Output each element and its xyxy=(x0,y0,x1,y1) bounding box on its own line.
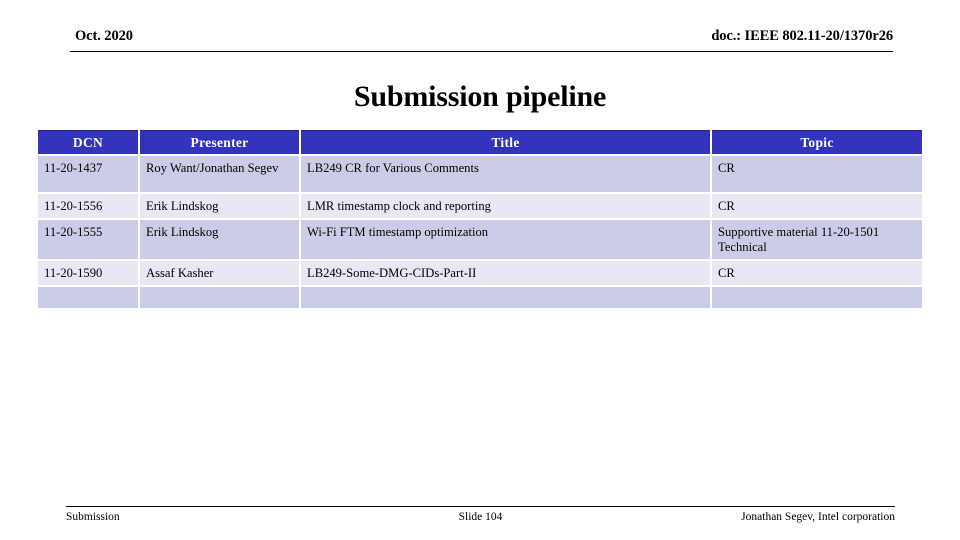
cell-title: LMR timestamp clock and reporting xyxy=(301,194,710,218)
header-date: Oct. 2020 xyxy=(75,28,133,44)
column-header-dcn: DCN xyxy=(38,130,138,154)
cell-title: LB249-Some-DMG-CIDs-Part-II xyxy=(301,261,710,285)
table-row: 11-20-1555 Erik Lindskog Wi-Fi FTM times… xyxy=(38,220,922,259)
column-header-topic: Topic xyxy=(712,130,922,154)
table-header-row: DCN Presenter Title Topic xyxy=(38,130,922,154)
cell-topic xyxy=(712,287,922,308)
table-row xyxy=(38,287,922,308)
table-header: DCN Presenter Title Topic xyxy=(38,130,922,154)
cell-presenter: Assaf Kasher xyxy=(140,261,299,285)
table-row: 11-20-1437 Roy Want/Jonathan Segev LB249… xyxy=(38,156,922,192)
cell-presenter: Erik Lindskog xyxy=(140,220,299,259)
footer-author: Jonathan Segev, Intel corporation xyxy=(741,511,895,523)
submission-pipeline-table: DCN Presenter Title Topic 11-20-1437 Roy… xyxy=(36,128,924,310)
cell-presenter: Erik Lindskog xyxy=(140,194,299,218)
header-doc-id: doc.: IEEE 802.11-20/1370r26 xyxy=(711,28,893,44)
column-header-presenter: Presenter xyxy=(140,130,299,154)
cell-topic: CR xyxy=(712,194,922,218)
header-divider-rule xyxy=(70,51,893,52)
cell-topic: CR xyxy=(712,156,922,192)
cell-dcn: 11-20-1556 xyxy=(38,194,138,218)
cell-dcn: 11-20-1555 xyxy=(38,220,138,259)
table-row: 11-20-1590 Assaf Kasher LB249-Some-DMG-C… xyxy=(38,261,922,285)
slide-canvas: { "header": { "date": "Oct. 2020", "doc_… xyxy=(0,0,960,540)
column-header-title: Title xyxy=(301,130,710,154)
cell-dcn: 11-20-1590 xyxy=(38,261,138,285)
footer-divider-rule xyxy=(66,506,895,507)
cell-presenter xyxy=(140,287,299,308)
cell-topic: CR xyxy=(712,261,922,285)
slide-footer: Submission Slide 104 Jonathan Segev, Int… xyxy=(66,506,895,532)
page-title: Submission pipeline xyxy=(353,80,607,113)
table-body: 11-20-1437 Roy Want/Jonathan Segev LB249… xyxy=(38,156,922,308)
slide-header: Oct. 2020 doc.: IEEE 802.11-20/1370r26 xyxy=(70,28,893,52)
cell-title xyxy=(301,287,710,308)
cell-title: LB249 CR for Various Comments xyxy=(301,156,710,192)
cell-title: Wi-Fi FTM timestamp optimization xyxy=(301,220,710,259)
table-row: 11-20-1556 Erik Lindskog LMR timestamp c… xyxy=(38,194,922,218)
cell-presenter: Roy Want/Jonathan Segev xyxy=(140,156,299,192)
cell-dcn xyxy=(38,287,138,308)
cell-dcn: 11-20-1437 xyxy=(38,156,138,192)
cell-topic: Supportive material 11-20-1501 Technical xyxy=(712,220,922,259)
